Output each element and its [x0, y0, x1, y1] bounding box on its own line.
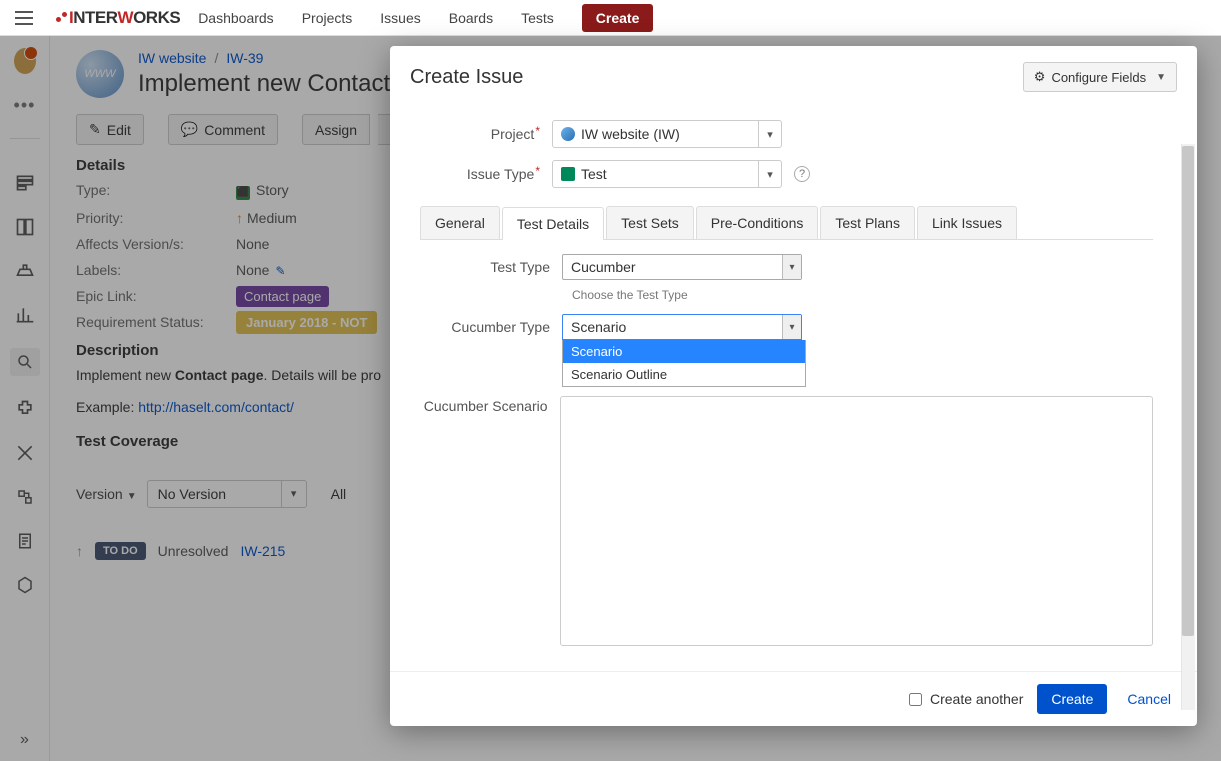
issuetype-field-label: Issue Type* [410, 166, 540, 182]
logo[interactable]: INTERWORKS [56, 8, 180, 28]
cuctype-label: Cucumber Type [420, 319, 550, 335]
issuetype-select[interactable]: Test [552, 160, 782, 188]
tab-test-details[interactable]: Test Details [502, 207, 604, 240]
nav-projects[interactable]: Projects [302, 10, 353, 26]
chevron-down-icon: ▼ [1156, 72, 1166, 83]
nav-issues[interactable]: Issues [380, 10, 420, 26]
create-another-input[interactable] [909, 693, 922, 706]
tab-link-issues[interactable]: Link Issues [917, 206, 1017, 239]
cucumbertype-select[interactable]: Scenario [562, 314, 802, 340]
test-icon [561, 167, 575, 181]
nav-tests[interactable]: Tests [521, 10, 554, 26]
tab-general[interactable]: General [420, 206, 500, 239]
nav-dashboards[interactable]: Dashboards [198, 10, 274, 26]
globe-icon [561, 127, 575, 141]
gear-icon: ⚙ [1034, 69, 1046, 85]
testtype-select[interactable]: Cucumber [562, 254, 802, 280]
tab-test-plans[interactable]: Test Plans [820, 206, 915, 239]
top-nav: Dashboards Projects Issues Boards Tests [198, 10, 554, 26]
modal-title: Create Issue [410, 66, 523, 89]
tab-test-sets[interactable]: Test Sets [606, 206, 694, 239]
top-bar: INTERWORKS Dashboards Projects Issues Bo… [0, 0, 1221, 36]
project-select[interactable]: IW website (IW) [552, 120, 782, 148]
dropdown-option-scenario[interactable]: Scenario [563, 340, 805, 363]
create-button[interactable]: Create [582, 4, 654, 32]
create-submit-button[interactable]: Create [1037, 684, 1107, 714]
testtype-hint: Choose the Test Type [572, 288, 1153, 302]
dropdown-option-scenario-outline[interactable]: Scenario Outline [563, 363, 805, 386]
project-field-label: Project* [410, 126, 540, 142]
help-icon[interactable]: ? [794, 166, 810, 182]
menu-icon[interactable] [10, 4, 38, 32]
cucumber-scenario-textarea[interactable] [560, 396, 1153, 646]
cucumbertype-dropdown: Scenario Scenario Outline [562, 340, 806, 387]
create-another-checkbox[interactable]: Create another [905, 690, 1023, 709]
scenario-label: Cucumber Scenario [420, 396, 548, 414]
configure-fields-button[interactable]: ⚙ Configure Fields ▼ [1023, 62, 1177, 92]
nav-boards[interactable]: Boards [449, 10, 493, 26]
testtype-label: Test Type [420, 259, 550, 275]
modal-tabs: General Test Details Test Sets Pre-Condi… [420, 206, 1153, 240]
tab-pre-conditions[interactable]: Pre-Conditions [696, 206, 819, 239]
create-issue-modal: Create Issue ⚙ Configure Fields ▼ Projec… [390, 46, 1197, 726]
cancel-button[interactable]: Cancel [1121, 690, 1177, 708]
modal-footer: Create another Create Cancel [390, 671, 1197, 726]
